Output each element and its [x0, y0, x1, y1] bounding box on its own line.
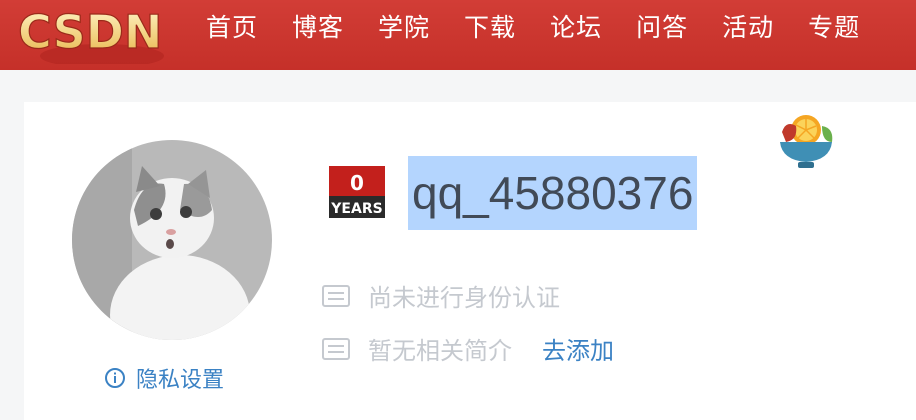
nav-events[interactable]: 活动 [722, 8, 774, 44]
profile-card-icon [322, 337, 350, 360]
info-icon [105, 368, 125, 388]
id-card-icon [322, 284, 350, 307]
nav-qa[interactable]: 问答 [636, 8, 688, 44]
nav-topics[interactable]: 专题 [808, 8, 860, 44]
verification-row: 尚未进行身份认证 [322, 278, 560, 313]
cat-avatar-icon [72, 140, 272, 340]
csdn-logo[interactable]: CSDN [14, 4, 192, 64]
user-avatar[interactable] [72, 140, 272, 340]
main-nav: 首页 博客 学院 下载 论坛 问答 活动 专题 [206, 0, 894, 52]
nav-forum[interactable]: 论坛 [550, 8, 602, 44]
intro-row: 暂无相关简介 去添加 [322, 331, 614, 366]
privacy-settings-link[interactable]: 隐私设置 [104, 362, 224, 394]
badge-label: YEARS [330, 201, 382, 217]
top-navbar: CSDN 首页 博客 学院 下载 论坛 问答 活动 专题 [0, 0, 916, 70]
nav-academy[interactable]: 学院 [378, 8, 430, 44]
fruit-bowl-icon[interactable] [776, 112, 836, 174]
privacy-label: 隐私设置 [136, 368, 225, 393]
nav-blog[interactable]: 博客 [292, 8, 344, 44]
intro-text: 暂无相关简介 [368, 337, 512, 365]
nav-home[interactable]: 首页 [206, 8, 258, 44]
badge-number: 0 [350, 171, 364, 195]
add-intro-link[interactable]: 去添加 [542, 331, 614, 366]
years-badge: 0 YEARS [329, 166, 385, 218]
nav-download[interactable]: 下载 [464, 8, 516, 44]
svg-text:CSDN: CSDN [18, 5, 162, 59]
username: qq_45880376 [408, 156, 698, 230]
verification-status: 尚未进行身份认证 [368, 284, 560, 312]
